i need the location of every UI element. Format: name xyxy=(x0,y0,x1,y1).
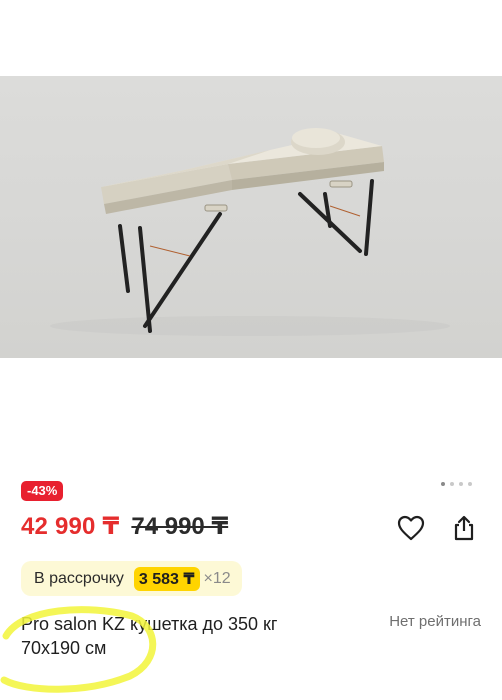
carousel-dots[interactable] xyxy=(441,482,472,486)
massage-table-illustration xyxy=(50,128,450,336)
share-button[interactable] xyxy=(449,513,479,543)
favorite-button[interactable] xyxy=(396,513,426,543)
installment-amount: 3 583 ₸ xyxy=(133,566,200,591)
old-price: 74 990 ₸ xyxy=(131,513,229,540)
discount-badge: -43% xyxy=(21,481,64,501)
carousel-dot[interactable] xyxy=(468,482,472,486)
carousel-dot[interactable] xyxy=(459,482,463,486)
current-price: 42 990 ₸ xyxy=(21,513,120,540)
share-icon xyxy=(454,515,474,541)
carousel-dot-active[interactable] xyxy=(441,482,445,486)
heart-icon xyxy=(397,515,425,541)
product-page: -43% 42 990 ₸ 74 990 ₸ В рассрочку 3 583… xyxy=(0,0,502,700)
installment-pill[interactable]: В рассрочку 3 583 ₸ ×12 xyxy=(21,561,242,596)
installment-label: В рассрочку xyxy=(34,569,124,587)
carousel-dot[interactable] xyxy=(450,482,454,486)
rating-status[interactable]: Нет рейтинга xyxy=(389,613,481,630)
price-row: 42 990 ₸ 74 990 ₸ xyxy=(21,512,228,541)
product-title: Pro salon KZ кушетка до 350 кг 70x190 см xyxy=(21,614,278,658)
installment-multiplier: ×12 xyxy=(203,569,231,587)
product-image[interactable] xyxy=(0,76,502,358)
